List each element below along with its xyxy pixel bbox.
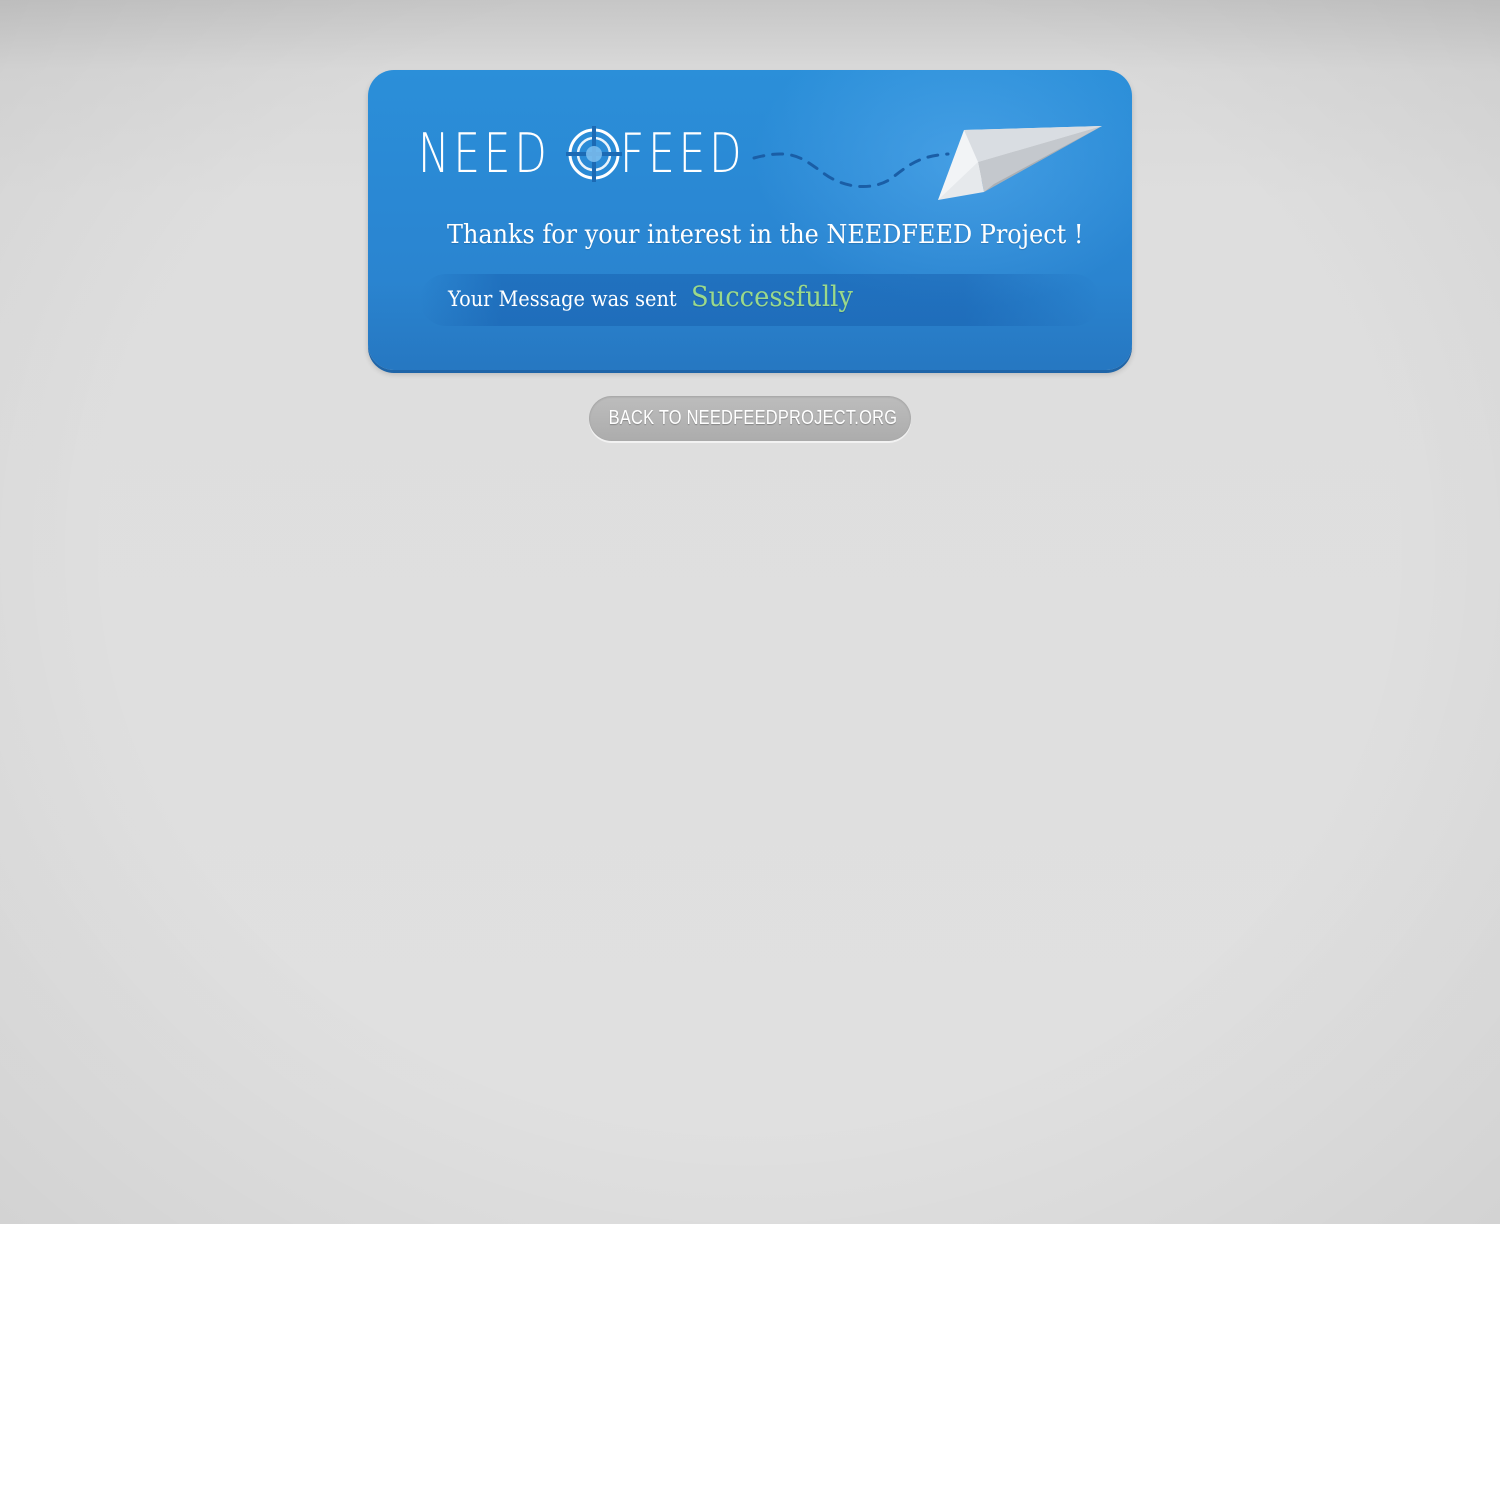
target-icon <box>566 126 623 182</box>
back-to-site-button[interactable]: BACK TO NEEDFEEDPROJECT.ORG <box>589 396 911 441</box>
sent-text: Your Message was sent <box>448 287 677 311</box>
logo-text-feed: FEED <box>620 122 746 185</box>
send-status: Your Message was sent Successfully <box>448 280 867 320</box>
success-text: Successfully <box>690 280 853 313</box>
thanks-message: Thanks for your interest in the NEEDFEED… <box>447 220 1084 250</box>
needfeed-logo: NEED FEED <box>418 122 781 186</box>
logo-text-need: NEED <box>418 122 551 185</box>
confirmation-card: NEED FEED Thanks for your interest in th… <box>368 70 1132 370</box>
dashed-flight-trail <box>752 152 950 189</box>
paper-plane-icon <box>938 126 1102 200</box>
back-button-label: BACK TO NEEDFEEDPROJECT.ORG <box>608 407 898 429</box>
